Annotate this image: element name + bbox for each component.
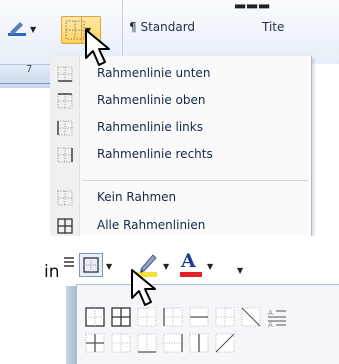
menu-separator <box>82 180 308 181</box>
panel-gap <box>0 236 339 248</box>
bottom-border-icon[interactable] <box>136 332 158 354</box>
ruler-line <box>0 83 52 84</box>
align-icon[interactable] <box>64 256 74 270</box>
menu-item-all-borders[interactable]: Alle Rahmenlinien <box>51 214 311 236</box>
menu-item-label: Kein Rahmen <box>97 190 177 204</box>
left-border-icon[interactable] <box>162 306 184 328</box>
border-pen-icon[interactable] <box>6 20 28 38</box>
no-border-icon <box>57 190 73 206</box>
menu-item-label: Rahmenlinie rechts <box>97 147 213 161</box>
diagonal-down-border-icon[interactable] <box>240 306 262 328</box>
text-fragment: in <box>44 262 60 282</box>
svg-text:A: A <box>268 309 273 317</box>
all-borders-icon[interactable] <box>65 20 85 40</box>
mouse-cursor-icon <box>131 269 156 306</box>
style-titel[interactable]: Tite <box>262 20 284 34</box>
top-border-icon[interactable] <box>136 306 158 328</box>
svg-text:A: A <box>268 321 273 328</box>
chevron-down-icon[interactable]: ▼ <box>30 25 36 34</box>
no-border-icon[interactable] <box>214 306 236 328</box>
all-borders-icon <box>57 218 73 234</box>
inside-horizontal-border-icon[interactable] <box>188 306 210 328</box>
outside-borders-icon[interactable] <box>84 306 106 328</box>
horizontal-line-icon[interactable]: A A <box>266 306 288 328</box>
chevron-down-icon[interactable]: ▼ <box>237 266 243 275</box>
right-border-icon <box>57 147 73 163</box>
top-border-icon <box>57 93 73 109</box>
diagonal-up-border-icon[interactable] <box>214 332 236 354</box>
menu-item-label: Rahmenlinie unten <box>97 66 211 80</box>
left-border-icon <box>57 120 73 136</box>
menu-item-label: Rahmenlinie oben <box>97 93 206 107</box>
inside-vertical-border-icon[interactable] <box>188 332 210 354</box>
menu-item-label: Alle Rahmenlinien <box>97 218 206 232</box>
mouse-cursor-icon <box>85 29 110 66</box>
menu-item-left-border[interactable]: Rahmenlinie links <box>51 116 311 140</box>
style-standard[interactable]: ¶ Standard <box>129 20 195 34</box>
menu-item-no-border[interactable]: Kein Rahmen <box>51 186 311 210</box>
all-borders-icon[interactable] <box>110 306 132 328</box>
ribbon-glyphs: ▂▂▂ <box>235 0 271 9</box>
bottom-border-icon <box>57 66 73 82</box>
chevron-down-icon[interactable]: ▼ <box>106 262 112 271</box>
ribbon-divider <box>122 0 123 60</box>
chevron-down-icon[interactable]: ▼ <box>207 262 213 271</box>
font-color-swatch <box>180 272 202 277</box>
ruler-number: 7 <box>26 64 33 75</box>
outside-borders-icon <box>83 257 99 273</box>
menu-item-right-border[interactable]: Rahmenlinie rechts <box>51 143 311 167</box>
panel-edge <box>66 286 76 364</box>
font-color-icon[interactable]: A <box>181 250 196 272</box>
right-border-icon[interactable] <box>162 332 184 354</box>
menu-item-top-border[interactable]: Rahmenlinie oben <box>51 89 311 113</box>
inside-borders-icon[interactable] <box>84 332 106 354</box>
menu-item-label: Rahmenlinie links <box>97 120 203 134</box>
bottom-border-icon[interactable] <box>110 332 132 354</box>
